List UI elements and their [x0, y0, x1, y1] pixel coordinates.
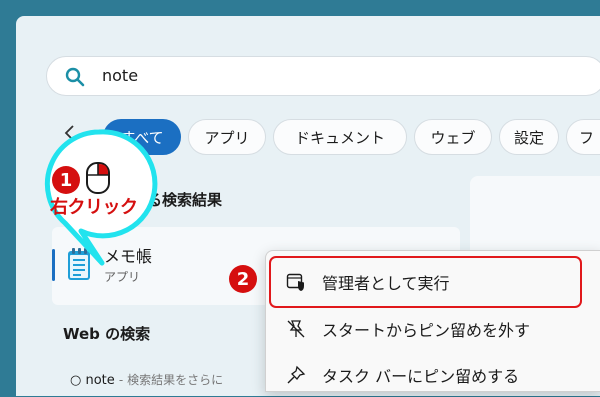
right-click-label: 右クリック	[50, 197, 138, 218]
filter-settings[interactable]: 設定	[499, 119, 559, 155]
search-icon	[65, 67, 85, 87]
highlight-run-as-admin	[269, 256, 582, 308]
menu-pin-taskbar[interactable]: タスク バーにピン留めする	[266, 351, 600, 397]
search-box[interactable]: note	[46, 56, 600, 96]
menu-pin-taskbar-label: タスク バーにピン留めする	[322, 367, 520, 386]
filter-documents[interactable]: ドキュメント	[273, 119, 407, 155]
filter-apps-label: アプリ	[204, 128, 250, 147]
filter-documents-label: ドキュメント	[294, 128, 385, 147]
web-search-icon: ○	[70, 373, 86, 388]
web-query: note	[85, 373, 115, 388]
filter-apps[interactable]: アプリ	[188, 119, 266, 155]
step-2-badge: 2	[229, 265, 257, 293]
web-search-heading: Web の検索	[63, 325, 151, 343]
web-hint: - 検索結果をさらに	[118, 373, 224, 387]
filter-settings-label: 設定	[513, 128, 544, 147]
menu-unpin-start-label: スタートからピン留めを外す	[322, 321, 531, 340]
filter-more[interactable]: フ	[566, 119, 600, 155]
web-result[interactable]: ○ note - 検索結果をさらに	[70, 371, 223, 388]
unpin-icon	[287, 320, 305, 338]
filter-web[interactable]: ウェブ	[414, 119, 492, 155]
menu-unpin-start[interactable]: スタートからピン留めを外す	[266, 305, 600, 351]
filter-more-label: フ	[579, 128, 595, 147]
result-type: アプリ	[104, 270, 141, 284]
step-1-badge: 1	[52, 166, 80, 194]
search-input[interactable]: note	[102, 66, 138, 85]
mouse-right-click-icon	[86, 162, 110, 194]
pin-icon	[287, 365, 306, 384]
filter-web-label: ウェブ	[430, 128, 476, 147]
